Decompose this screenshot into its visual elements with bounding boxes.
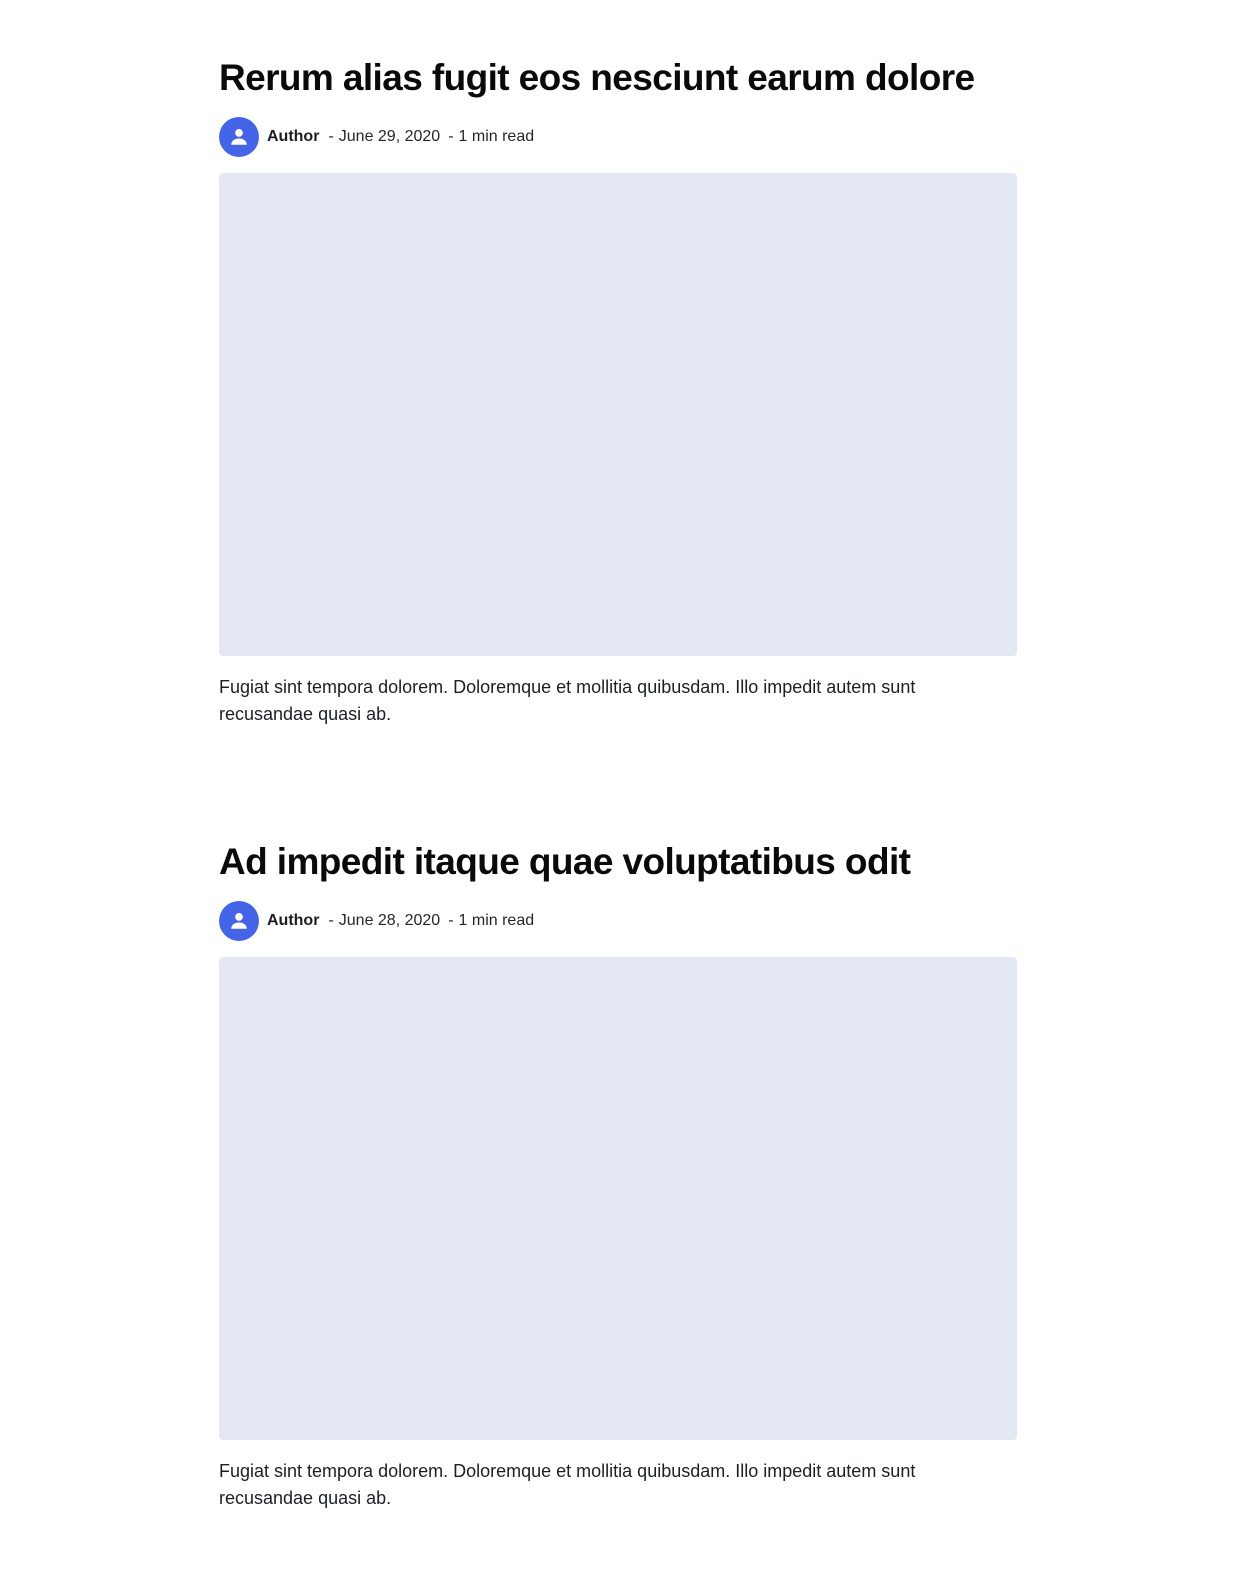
- post-date: June 28, 2020: [338, 912, 441, 929]
- post-meta: Author - June 28, 2020 - 1 min read: [219, 901, 1017, 941]
- blog-post: Rerum alias fugit eos nesciunt earum dol…: [219, 54, 1017, 728]
- meta-separator: -: [448, 912, 454, 929]
- meta-separator: -: [448, 128, 454, 145]
- meta-separator: -: [328, 912, 334, 929]
- post-image-placeholder[interactable]: [219, 173, 1017, 656]
- post-image-placeholder[interactable]: [219, 957, 1017, 1440]
- post-meta: Author - June 29, 2020 - 1 min read: [219, 117, 1017, 157]
- author-avatar[interactable]: [219, 117, 259, 157]
- meta-separator: -: [328, 128, 334, 145]
- post-excerpt: Fugiat sint tempora dolorem. Doloremque …: [219, 677, 916, 724]
- post-date: June 29, 2020: [338, 128, 441, 145]
- user-icon: [231, 913, 247, 929]
- blog-post: Ad impedit itaque quae voluptatibus odit…: [219, 838, 1017, 1512]
- read-time: 1 min read: [458, 912, 535, 929]
- read-time: 1 min read: [458, 128, 535, 145]
- post-excerpt: Fugiat sint tempora dolorem. Doloremque …: [219, 1461, 916, 1508]
- post-title-link[interactable]: Ad impedit itaque quae voluptatibus odit: [219, 838, 1017, 886]
- post-title-link[interactable]: Rerum alias fugit eos nesciunt earum dol…: [219, 54, 1017, 102]
- author-avatar[interactable]: [219, 901, 259, 941]
- author-name-link[interactable]: Author: [267, 128, 319, 146]
- user-icon: [231, 129, 247, 145]
- author-name-link[interactable]: Author: [267, 912, 319, 930]
